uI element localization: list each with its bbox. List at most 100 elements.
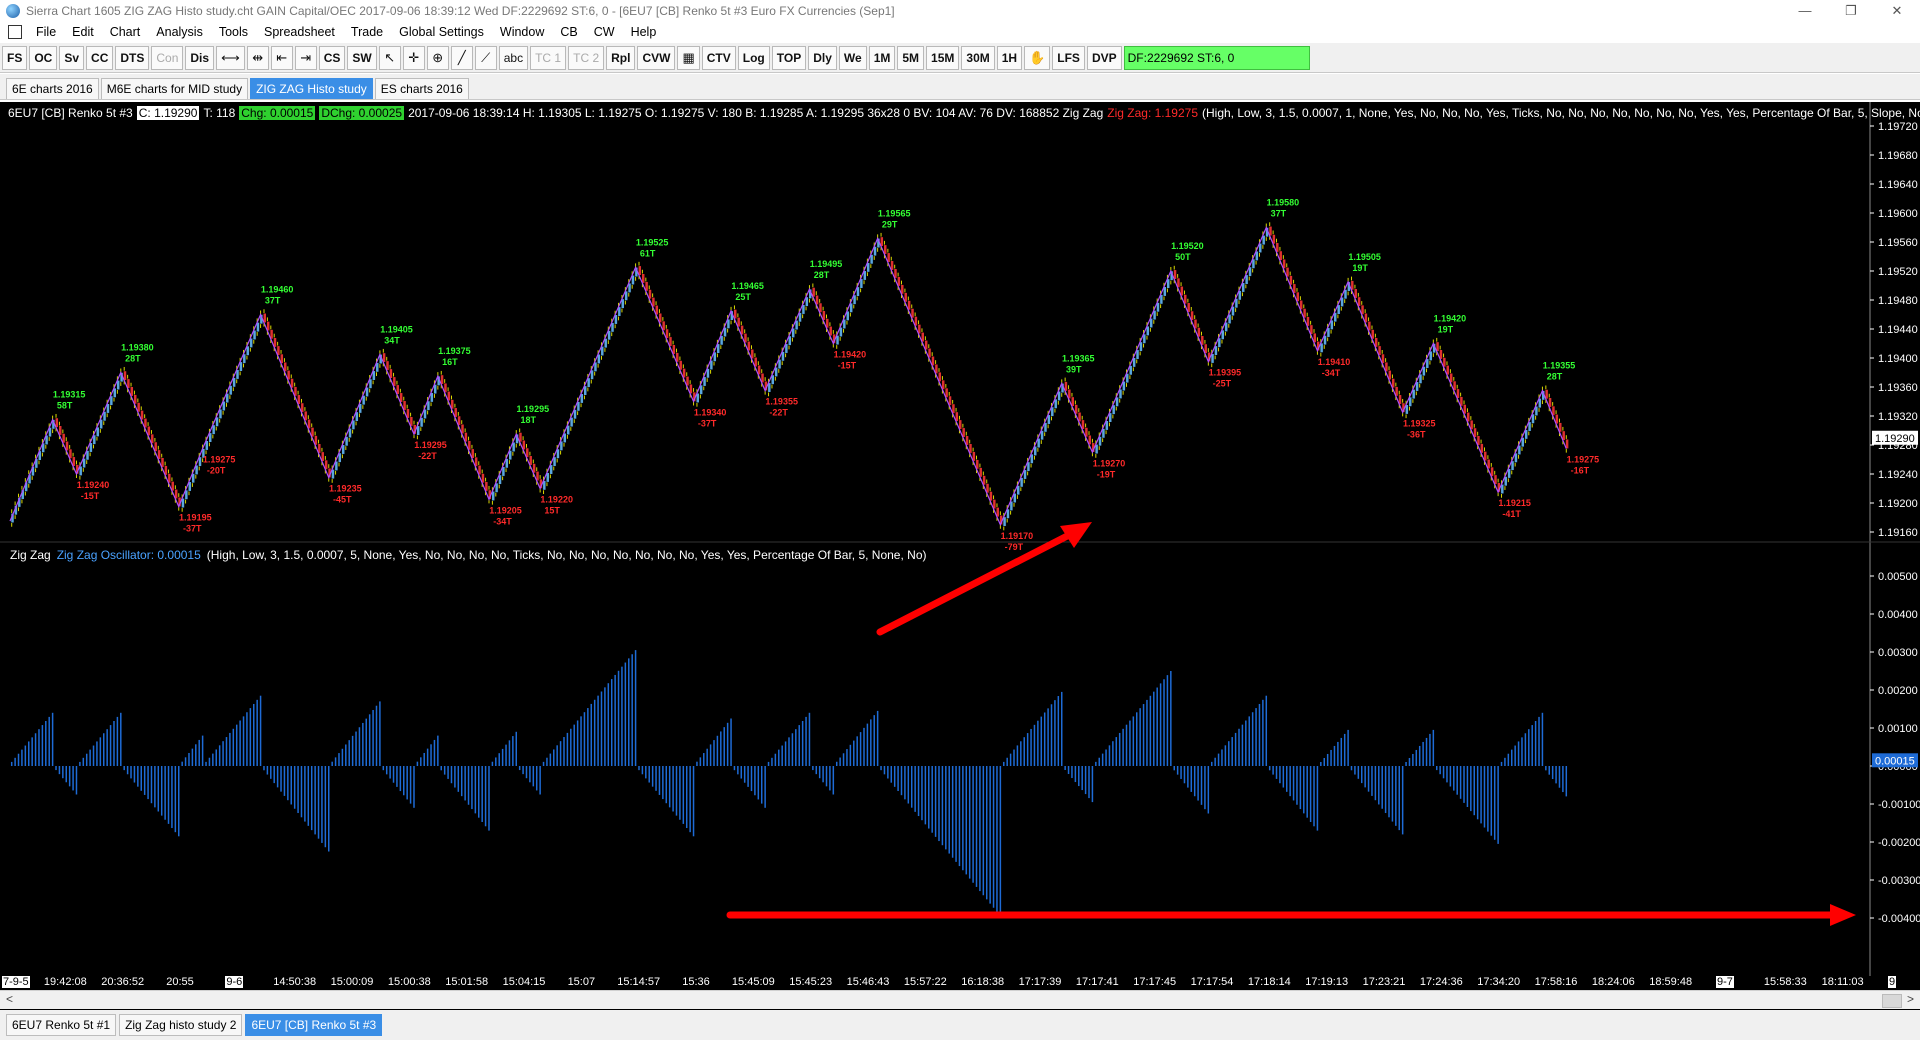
scale-right-icon[interactable]: ⇥ (294, 45, 317, 70)
zigzag-price-label: 1.19380 (121, 343, 154, 353)
zigzag-price-label: 1.19270 (1093, 458, 1126, 468)
menu-chart[interactable]: Chart (102, 25, 149, 39)
chart-canvas[interactable]: 1.19720 1.19680 1.19640 1.19600 1.19560 1.195… (0, 102, 1920, 976)
zigzag-price-label: 1.19295 (414, 440, 447, 450)
tab-m6e-charts[interactable]: M6E charts for MID study (100, 78, 249, 99)
cs-button[interactable]: CS (318, 45, 346, 70)
zigzag-price-label: 1.19205 (489, 505, 522, 515)
menu-global-settings[interactable]: Global Settings (391, 25, 492, 39)
trade-dom-icon[interactable]: ▦ (677, 45, 700, 70)
chart-scrollbar[interactable]: < > (0, 990, 1920, 1009)
bottom-tab-zigzag-histo-2[interactable]: Zig Zag histo study 2 (119, 1014, 243, 1036)
bottom-tab-renko-1[interactable]: 6EU7 Renko 5t #1 (6, 1014, 117, 1036)
tc1-button[interactable]: TC 1 (530, 45, 567, 70)
1m-button[interactable]: 1M (868, 45, 896, 70)
time-axis-label: 17:17:45 (1133, 976, 1177, 988)
menu-help[interactable]: Help (623, 25, 665, 39)
zigzag-ticks-label: 28T (125, 354, 141, 364)
time-axis-label: 15:04:15 (502, 976, 546, 988)
hand-pan-icon[interactable]: ✋ (1024, 45, 1051, 70)
time-axis-label: 14:50:38 (273, 976, 317, 988)
cc-button[interactable]: CC (86, 45, 114, 70)
system-menu-icon[interactable] (8, 25, 22, 39)
menu-window[interactable]: Window (492, 25, 552, 39)
chart-area[interactable]: 1.19720 1.19680 1.19640 1.19600 1.19560 1.195… (0, 102, 1920, 1010)
menu-spreadsheet[interactable]: Spreadsheet (256, 25, 343, 39)
pointer-icon[interactable]: ↖ (378, 45, 401, 70)
zigzag-ticks-label: -41T (1502, 509, 1521, 519)
time-axis-label: 15:45:09 (731, 976, 775, 988)
zigzag-ticks-label: -37T (698, 419, 717, 429)
menu-cb[interactable]: CB (552, 25, 585, 39)
zigzag-ticks-label: 29T (882, 219, 898, 229)
log-button[interactable]: Log (737, 45, 770, 70)
cvw-button[interactable]: CVW (637, 45, 676, 70)
change-value: Chg: 0.00015 (239, 106, 316, 120)
time-axis[interactable]: 7-9-5 19:42:08 20:36:52 20:55 9-6 14:50:38 15:… (0, 976, 1920, 990)
lfs-button[interactable]: LFS (1052, 45, 1085, 70)
menu-cw[interactable]: CW (586, 25, 623, 39)
30m-button[interactable]: 30M (961, 45, 995, 70)
line-tool-icon[interactable]: ╱ (450, 45, 473, 70)
tab-6e-charts-2016[interactable]: 6E charts 2016 (6, 78, 99, 99)
minimize-button[interactable]: — (1782, 0, 1828, 22)
scale-left-icon[interactable]: ⇤ (270, 45, 293, 70)
tab-es-charts-2016[interactable]: ES charts 2016 (374, 78, 469, 99)
menu-file[interactable]: File (28, 25, 64, 39)
zigzag-price-label: 1.19565 (878, 208, 911, 218)
zigzag-price-label: 1.19375 (438, 346, 471, 356)
scroll-right-arrow-icon[interactable]: > (1907, 992, 1914, 1006)
close-button[interactable]: ✕ (1874, 0, 1920, 22)
1h-button[interactable]: 1H (996, 45, 1023, 70)
zigzag-price-label: 1.19410 (1318, 357, 1351, 367)
fs-button[interactable]: FS (2, 45, 28, 70)
zigzag-price-label: 1.19275 (1567, 455, 1600, 465)
text-tool-button[interactable]: abc (498, 45, 529, 70)
tick-count: T: 118 (203, 106, 236, 120)
zigzag-ticks-label: -79T (1005, 542, 1024, 552)
menu-analysis[interactable]: Analysis (148, 25, 211, 39)
con-button[interactable]: Con (151, 45, 184, 70)
sw-button[interactable]: SW (347, 45, 377, 70)
menu-edit[interactable]: Edit (64, 25, 102, 39)
crosshair-icon[interactable]: ✛ (402, 45, 425, 70)
tab-zigzag-histo-study[interactable]: ZIG ZAG Histo study (250, 78, 373, 99)
rpl-button[interactable]: Rpl (606, 45, 636, 70)
restore-button[interactable]: ❐ (1828, 0, 1874, 22)
oc-button[interactable]: OC (29, 45, 58, 70)
title-bar: Sierra Chart 1605 ZIG ZAG Histo study.ch… (0, 0, 1920, 22)
sv-button[interactable]: Sv (59, 45, 85, 70)
zigzag-ticks-label: 39T (1066, 364, 1082, 374)
dis-button[interactable]: Dis (185, 45, 215, 70)
bottom-tab-renko-3[interactable]: 6EU7 [CB] Renko 5t #3 (245, 1014, 383, 1036)
price-axis-label: 1.19480 (1878, 295, 1918, 307)
menu-tools[interactable]: Tools (211, 25, 256, 39)
time-axis-label: 17:19:13 (1305, 976, 1349, 988)
tc2-button[interactable]: TC 2 (568, 45, 605, 70)
scroll-left-arrow-icon[interactable]: < (6, 992, 13, 1006)
scrollbar-thumb[interactable] (1882, 994, 1902, 1008)
zigzag-price-label: 1.19170 (1001, 531, 1034, 541)
time-axis-label: 9-6 (225, 976, 244, 988)
zigzag-price-label: 1.19215 (1498, 498, 1531, 508)
zigzag-price-label: 1.19420 (1434, 314, 1467, 324)
scale-compress-icon[interactable]: ⇹ (246, 45, 269, 70)
crosshair-plus-icon[interactable]: ⊕ (426, 45, 449, 70)
osc-axis-label: 0.00100 (1878, 723, 1918, 735)
zigzag-price-label: 1.19220 (540, 495, 573, 505)
dvp-button[interactable]: DVP (1086, 45, 1122, 70)
15m-button[interactable]: 15M (926, 45, 960, 70)
menu-trade[interactable]: Trade (343, 25, 391, 39)
we-button[interactable]: We (838, 45, 867, 70)
zigzag-ticks-label: -37T (183, 524, 202, 534)
ctv-button[interactable]: CTV (701, 45, 736, 70)
scale-horizontal-icon[interactable]: ⟷ (216, 45, 245, 70)
5m-button[interactable]: 5M (897, 45, 925, 70)
ray-tool-icon[interactable]: ⟋ (474, 45, 497, 70)
time-axis-label: 9-7 (1716, 976, 1734, 988)
dly-button[interactable]: Dly (808, 45, 837, 70)
top-button[interactable]: TOP (771, 45, 807, 70)
dts-button[interactable]: DTS (115, 45, 150, 70)
zigzag-price-label: 1.19395 (1209, 368, 1242, 378)
zigzag-ticks-label: 34T (384, 335, 400, 345)
